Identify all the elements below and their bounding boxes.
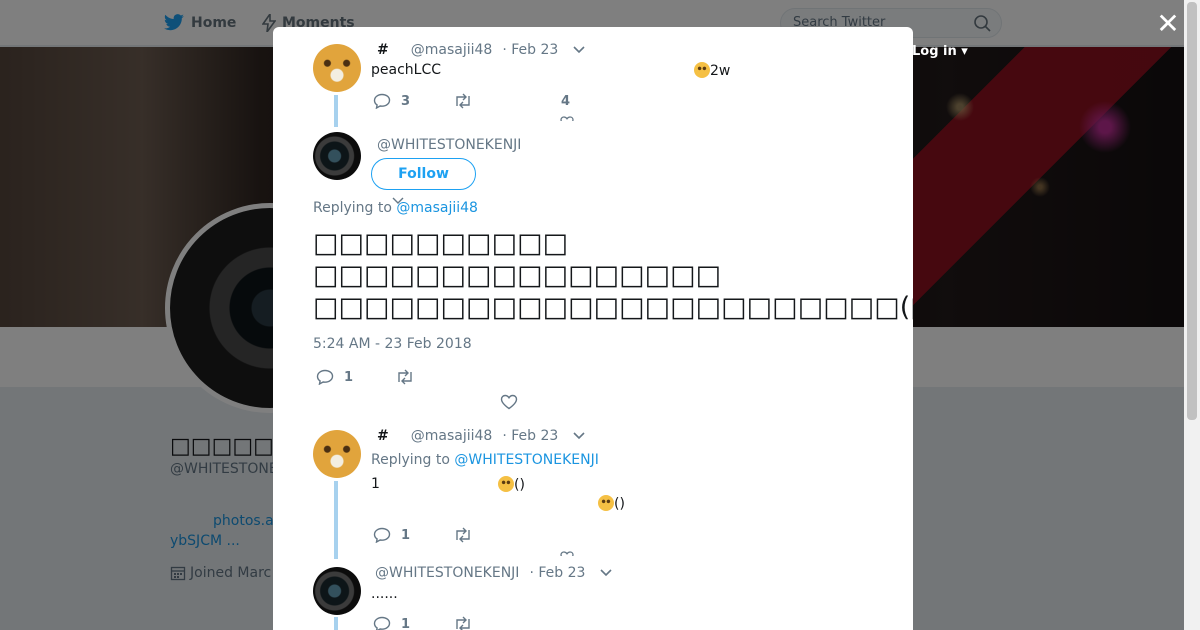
replying-to: Replying to @WHITESTONEKENJI <box>371 452 599 468</box>
tweet-text: peachLCC <box>371 62 441 78</box>
username[interactable]: @masajii48 <box>411 428 493 444</box>
chevron-down-icon[interactable] <box>572 45 586 55</box>
heart-icon-partial <box>560 551 574 556</box>
retweet-action[interactable] <box>395 369 415 385</box>
avatar[interactable] <box>313 132 361 180</box>
retweet-icon <box>453 93 473 109</box>
main-tweet-text: □□□□□□□□□□ □□□□□□□□□□□□□□□□ □□□□□□□□□□□□… <box>313 228 913 324</box>
replying-to-label: Replying to <box>371 452 450 468</box>
reply-icon <box>373 616 391 630</box>
reply-action[interactable]: 1 <box>316 369 353 385</box>
thread-line <box>334 481 338 559</box>
reply-count: 1 <box>401 527 411 543</box>
reply-action[interactable]: 3 <box>373 93 410 109</box>
thread-line <box>334 95 338 127</box>
tweet-text-tail: 2w <box>694 62 730 79</box>
username[interactable]: @WHITESTONEKENJI <box>375 565 519 581</box>
tweet-text-part-b: () <box>514 477 525 493</box>
avatar[interactable] <box>313 567 361 615</box>
reply-icon <box>373 93 391 109</box>
thinking-emoji-icon <box>498 476 514 492</box>
tweet-header: @WHITESTONEKENJI · Feb 23 <box>375 565 613 581</box>
thinking-emoji-icon <box>694 62 710 78</box>
reply-icon <box>316 369 334 385</box>
reply-count: 1 <box>344 369 354 385</box>
scrollbar-thumb[interactable] <box>1187 2 1197 420</box>
replying-to-handle[interactable]: @WHITESTONEKENJI <box>454 452 598 468</box>
retweet-action[interactable] <box>453 93 473 109</box>
tweet-text-part: () <box>598 495 625 512</box>
replying-to-handle[interactable]: @masajii48 <box>396 200 478 216</box>
tweet-header: # @masajii48 · Feb 23 <box>377 42 586 58</box>
thinking-emoji-icon <box>598 495 614 511</box>
heart-icon <box>500 394 518 410</box>
thread-line <box>334 617 338 630</box>
avatar[interactable] <box>313 430 361 478</box>
replying-to-label: Replying to <box>313 200 392 216</box>
username[interactable]: @masajii48 <box>411 42 493 58</box>
tweet-date[interactable]: · Feb 23 <box>529 565 585 581</box>
like-action[interactable] <box>500 394 518 410</box>
replying-to: Replying to @masajii48 <box>313 200 478 216</box>
main-tweet-line-2: □□□□□□□□□□□□□□□□ <box>313 260 722 291</box>
login-label: Log in <box>912 44 957 59</box>
heart-icon-partial <box>560 116 574 121</box>
retweet-action[interactable] <box>453 616 473 630</box>
login-link[interactable]: Log in ▾ <box>912 44 968 59</box>
tweet-header: @WHITESTONEKENJI <box>377 137 521 153</box>
reply-count: 3 <box>401 93 411 109</box>
main-tweet-line-1: □□□□□□□□□□ <box>313 228 569 259</box>
avatar[interactable] <box>313 44 361 92</box>
reply-count: 1 <box>401 616 411 630</box>
chevron-down-icon: ▾ <box>961 44 968 59</box>
like-count[interactable]: 4 <box>561 94 570 109</box>
tweet-header: # @masajii48 · Feb 23 <box>377 428 586 444</box>
main-tweet-line-3: □□□□□□□□□□□□□□□□□□□□□□□(□Д`)□□□□ <box>313 292 913 323</box>
chevron-down-icon[interactable] <box>572 431 586 441</box>
tweet-text-part: () <box>498 476 525 493</box>
reply-icon <box>373 527 391 543</box>
reply-action[interactable]: 1 <box>373 527 410 543</box>
tweet-text: ...... <box>371 586 398 602</box>
retweet-icon <box>453 527 473 543</box>
tweet-text: 1 <box>371 476 380 492</box>
tweet-date[interactable]: · Feb 23 <box>502 42 558 58</box>
tweet-date[interactable]: · Feb 23 <box>502 428 558 444</box>
follow-button[interactable]: Follow <box>371 158 476 190</box>
display-name[interactable]: # <box>377 428 389 444</box>
tweet-modal: # @masajii48 · Feb 23 peachLCC 2w 3 4 @W… <box>273 27 913 630</box>
retweet-icon <box>395 369 415 385</box>
retweet-icon <box>453 616 473 630</box>
username[interactable]: @WHITESTONEKENJI <box>377 137 521 153</box>
tweet-text-suffix: 2w <box>710 63 731 79</box>
display-name[interactable]: # <box>377 42 389 58</box>
tweet-text-part-c: () <box>614 496 625 512</box>
tweet-timestamp[interactable]: 5:24 AM - 23 Feb 2018 <box>313 336 472 352</box>
reply-action[interactable]: 1 <box>373 616 410 630</box>
close-button[interactable]: ✕ <box>1152 8 1184 40</box>
chevron-down-icon[interactable] <box>599 568 613 578</box>
retweet-action[interactable] <box>453 527 473 543</box>
